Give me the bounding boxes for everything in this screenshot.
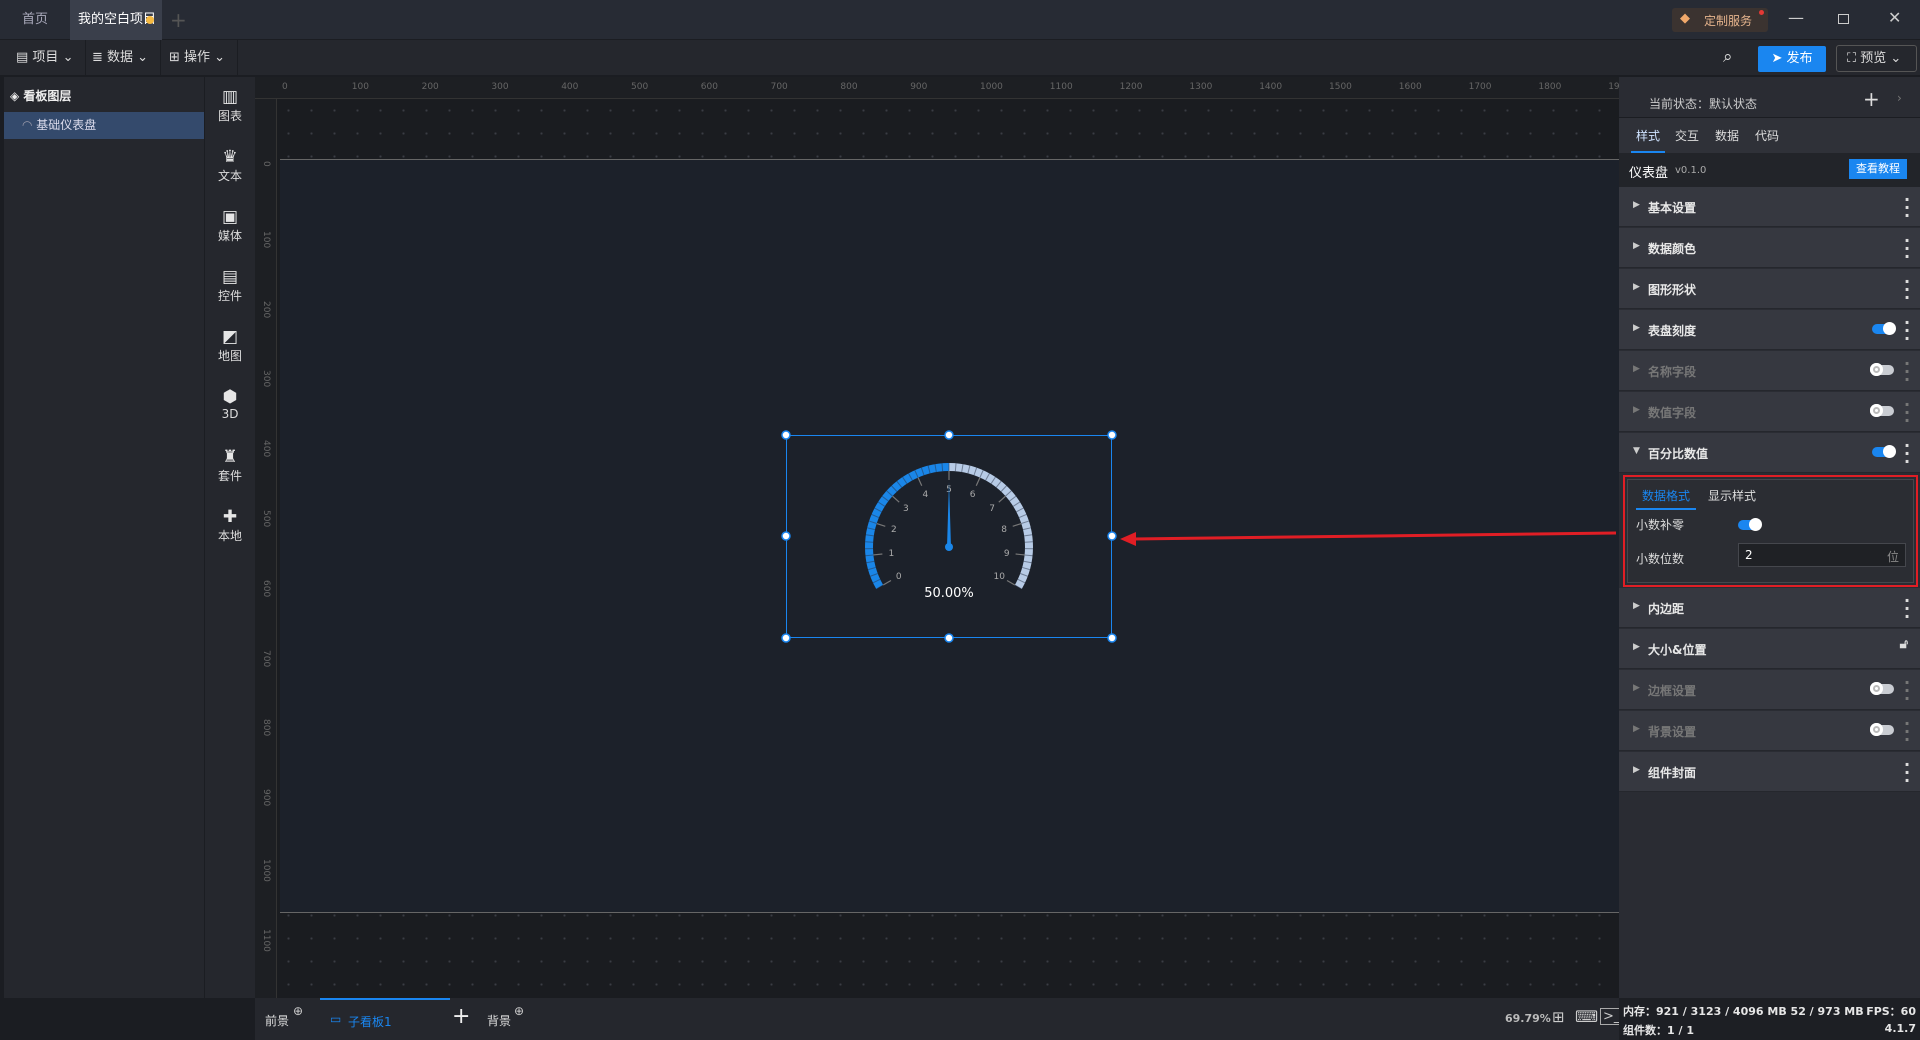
app-version: 4.1.7 [1884, 1022, 1916, 1035]
keyboard-icon[interactable]: ⌨ [1575, 1007, 1598, 1026]
component-count: 组件数：1 / 1 [1623, 1024, 1694, 1037]
add-background-icon[interactable]: ⊕ [514, 1004, 524, 1018]
memory-status: 内存：921 / 3123 / 4096 MB 52 / 973 MB [1623, 1005, 1864, 1018]
foreground-tab[interactable]: 前景 [265, 1012, 289, 1029]
board-bar: 前景 ⊕ ▭ 子看板1 + 背景 ⊕ 69.79% ⊞ ⌨ >_ [255, 998, 1624, 1040]
fit-screen-icon[interactable]: ⊞ [1552, 1008, 1565, 1026]
board-tab-label: 子看板1 [348, 1015, 392, 1029]
fps-status: FPS：60 [1866, 1005, 1916, 1018]
zoom-level[interactable]: 69.79% [1505, 1012, 1551, 1025]
add-foreground-icon[interactable]: ⊕ [293, 1004, 303, 1018]
annotation-arrow [1120, 531, 1617, 546]
background-tab[interactable]: 背景 [487, 1012, 511, 1029]
add-board-icon[interactable]: + [452, 1004, 470, 1029]
board-tab-active[interactable]: ▭ 子看板1 [320, 998, 450, 1040]
board-icon: ▭ [330, 1012, 342, 1026]
status-bar: 内存：921 / 3123 / 4096 MB 52 / 973 MB FPS：… [1619, 998, 1920, 1040]
